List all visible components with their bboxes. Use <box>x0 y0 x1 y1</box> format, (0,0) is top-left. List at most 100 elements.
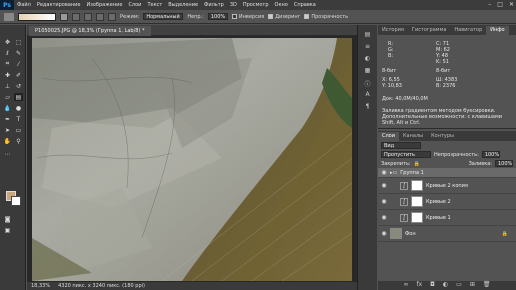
canvas-area[interactable] <box>27 36 357 282</box>
zoom-tool-icon[interactable]: ⚲ <box>14 137 23 145</box>
blur-tool-icon[interactable]: 💧 <box>3 104 12 112</box>
quick-select-icon[interactable]: ✎ <box>14 49 23 57</box>
crop-tool-icon[interactable]: ⌗ <box>3 60 12 68</box>
visibility-eye-icon[interactable]: ◉ <box>381 214 387 221</box>
history-panel-icon[interactable]: ▤ <box>363 31 372 39</box>
layer-row-group[interactable]: ◉ ▸▭ Группа 1 <box>378 168 516 178</box>
paragraph-panel-icon[interactable]: ¶ <box>363 103 372 111</box>
adjustments-panel-icon[interactable]: ◐ <box>363 55 372 63</box>
character-panel-icon[interactable]: A <box>363 91 372 99</box>
menu-file[interactable]: Файл <box>14 2 34 8</box>
pen-tool-icon[interactable]: ✒ <box>3 115 12 123</box>
linear-gradient-button[interactable] <box>60 12 68 21</box>
layer-row-curves-1[interactable]: ◉ ∫ Кривые 1 <box>378 210 516 226</box>
hand-tool-icon[interactable]: ✋ <box>3 137 12 145</box>
info-panel-icon[interactable]: ⓘ <box>363 79 372 88</box>
clone-stamp-icon[interactable]: ⊥ <box>3 82 12 90</box>
swatches-panel-icon[interactable]: ▦ <box>363 67 372 75</box>
layer-kind-filter[interactable]: Вид <box>381 142 421 149</box>
tab-navigator[interactable]: Навигатор <box>450 26 486 35</box>
tab-layers[interactable]: Слои <box>378 132 399 141</box>
adjustment-layer-icon[interactable]: ◐ <box>443 281 448 290</box>
curves-adjustment-icon: ∫ <box>400 197 408 206</box>
menu-window[interactable]: Окно <box>272 2 291 8</box>
gradient-tool-icon[interactable] <box>4 12 14 21</box>
maximize-button[interactable]: □ <box>497 1 503 8</box>
new-group-icon[interactable]: ▭ <box>456 281 462 290</box>
menu-3d[interactable]: 3D <box>227 2 240 8</box>
marquee-tool-icon[interactable]: ⬚ <box>14 38 23 46</box>
layer-fill-field[interactable]: 100% <box>495 160 513 167</box>
lasso-tool-icon[interactable]: ℓ <box>3 49 12 57</box>
mode-select[interactable]: Нормальный <box>143 13 184 20</box>
tab-paths[interactable]: Контуры <box>427 132 458 141</box>
history-brush-icon[interactable]: ↺ <box>14 82 23 90</box>
properties-panel-icon[interactable]: ≡ <box>363 43 372 51</box>
visibility-eye-icon[interactable]: ◉ <box>381 169 387 176</box>
gradient-picker[interactable] <box>18 12 56 21</box>
menu-filter[interactable]: Фильтр <box>201 2 227 8</box>
dither-checkbox[interactable]: Дизеринг <box>268 13 300 20</box>
move-tool-icon[interactable]: ✥ <box>3 38 12 46</box>
layer-row-curves-2-copy[interactable]: ◉ ∫ Кривые 2 копия <box>378 178 516 194</box>
close-button[interactable]: ✕ <box>509 1 514 8</box>
fx-icon[interactable]: fx <box>417 281 423 290</box>
brush-tool-icon[interactable]: ✐ <box>14 71 23 79</box>
visibility-eye-icon[interactable]: ◉ <box>381 230 387 237</box>
menu-select[interactable]: Выделение <box>165 2 201 8</box>
dodge-tool-icon[interactable]: ● <box>14 104 23 112</box>
eyedropper-tool-icon[interactable]: ⁄ <box>14 60 23 68</box>
cliff-photo-image <box>32 38 352 281</box>
quick-mask-icon[interactable]: ◙ <box>3 215 12 223</box>
opacity-field[interactable]: 100% <box>207 13 228 20</box>
radial-gradient-button[interactable] <box>72 12 80 21</box>
menu-layers[interactable]: Слои <box>125 2 144 8</box>
menu-type[interactable]: Текст <box>144 2 165 8</box>
layer-mask-thumbnail[interactable] <box>411 212 423 223</box>
layer-mask-thumbnail[interactable] <box>411 196 423 207</box>
reflected-gradient-button[interactable] <box>96 12 104 21</box>
type-tool-icon[interactable]: T <box>14 115 23 123</box>
menu-image[interactable]: Изображение <box>83 2 125 8</box>
visibility-eye-icon[interactable]: ◉ <box>381 198 387 205</box>
visibility-eye-icon[interactable]: ◉ <box>381 182 387 189</box>
tab-history[interactable]: История <box>378 26 408 35</box>
healing-brush-icon[interactable]: ✚ <box>3 71 12 79</box>
menu-help[interactable]: Справка <box>291 2 319 8</box>
layer-mask-thumbnail[interactable] <box>411 180 423 191</box>
minimize-button[interactable]: – <box>488 1 491 8</box>
shape-tool-icon[interactable]: ▭ <box>14 126 23 134</box>
layer-row-curves-2[interactable]: ◉ ∫ Кривые 2 <box>378 194 516 210</box>
tab-info[interactable]: Инфо <box>486 26 509 35</box>
cmyk-k-value: 51 <box>442 59 449 65</box>
tab-channels[interactable]: Каналы <box>399 132 427 141</box>
angle-gradient-button[interactable] <box>84 12 92 21</box>
new-layer-icon[interactable]: ⊞ <box>470 281 475 290</box>
panel-divider <box>378 128 516 129</box>
diamond-gradient-button[interactable] <box>108 12 116 21</box>
layer-opacity-field[interactable]: 100% <box>481 151 500 158</box>
layer-thumbnail[interactable] <box>390 228 402 239</box>
path-select-icon[interactable]: ➤ <box>3 126 12 134</box>
extra-tools-icon[interactable]: ⋯ <box>3 150 12 158</box>
inverse-checkbox[interactable]: Инверсия <box>231 13 264 20</box>
lock-icon[interactable]: 🔒 <box>414 161 420 167</box>
photo-canvas[interactable] <box>32 38 352 281</box>
transparency-checkbox[interactable]: Прозрачность <box>304 13 349 20</box>
checkbox-icon <box>304 13 310 19</box>
gradient-tool-icon[interactable]: ▤ <box>14 93 23 101</box>
background-color-swatch[interactable] <box>11 196 21 206</box>
transparency-label: Прозрачность <box>311 13 349 20</box>
tab-histogram[interactable]: Гистограмма <box>408 26 451 35</box>
trash-icon[interactable]: 🗑 <box>483 281 491 290</box>
zoom-level[interactable]: 18,33% <box>31 282 50 290</box>
menu-view[interactable]: Просмотр <box>240 2 272 8</box>
eraser-tool-icon[interactable]: ▱ <box>3 93 12 101</box>
blend-mode-select[interactable]: Пропустить <box>381 151 431 158</box>
screen-mode-icon[interactable]: ▣ <box>3 226 12 234</box>
add-mask-icon[interactable]: ◘ <box>430 281 435 290</box>
document-tab[interactable]: P1050025.JPG @ 18,3% (Группа 1, Lab/8) * <box>29 26 151 36</box>
link-layers-icon[interactable]: ∞ <box>404 281 409 290</box>
menu-edit[interactable]: Редактирование <box>34 2 84 8</box>
layer-row-background[interactable]: ◉ Фон 🔒 <box>378 226 516 242</box>
